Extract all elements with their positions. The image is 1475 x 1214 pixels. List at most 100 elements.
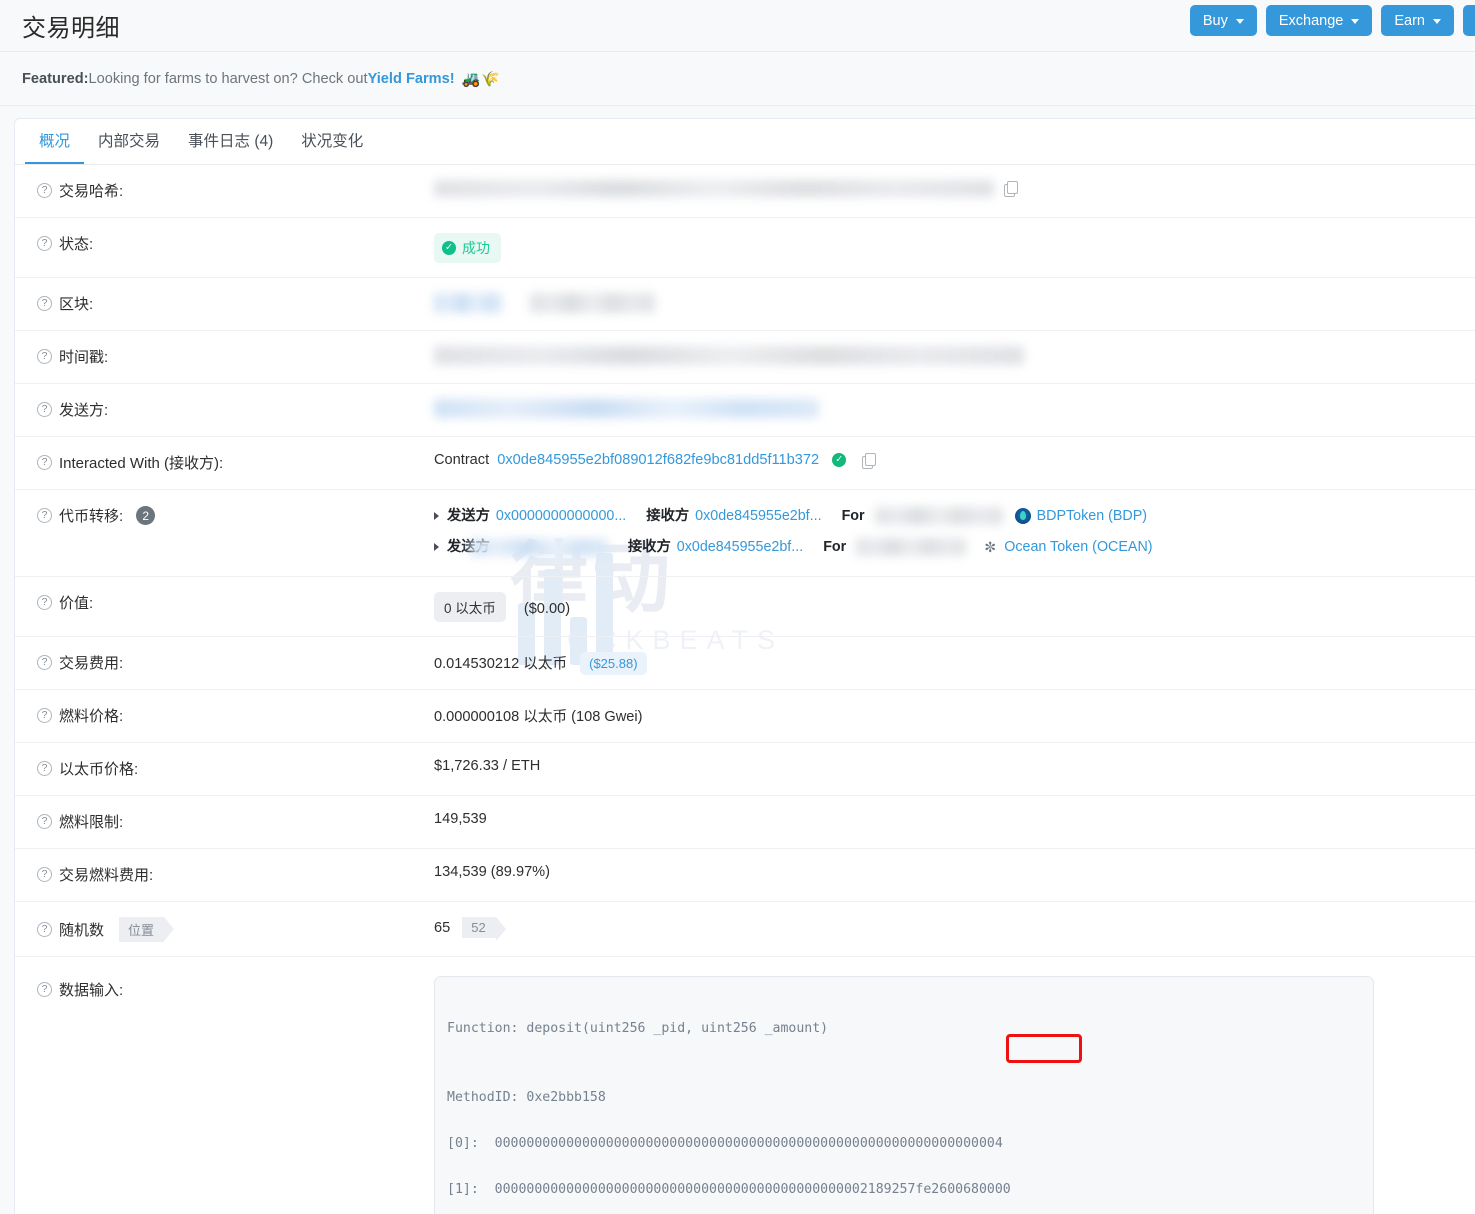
value-usd: ($0.00): [524, 601, 570, 617]
nonce-position-tag: 位置: [119, 917, 164, 942]
row-tx-hash: ? 交易哈希:: [15, 165, 1475, 218]
yield-farms-link[interactable]: Yield Farms!: [368, 71, 455, 87]
row-label: ? 交易燃料费用:: [37, 863, 434, 885]
ocean-token-link[interactable]: Ocean Token (OCEAN): [1004, 536, 1152, 558]
row-value: ? 价值: 0 以太币 ($0.00): [15, 577, 1475, 637]
help-icon[interactable]: ?: [37, 708, 52, 723]
row-from: ? 发送方:: [15, 384, 1475, 437]
row-interacted-with: ? Interacted With (接收方): Contract 0x0de8…: [15, 437, 1475, 490]
help-icon[interactable]: ?: [37, 867, 52, 882]
data-input-method-id-line: MethodID: 0xe2bbb158: [447, 1090, 606, 1105]
contract-prefix: Contract: [434, 452, 489, 468]
redacted-timestamp: [434, 346, 1024, 365]
help-icon[interactable]: ?: [37, 655, 52, 670]
help-icon[interactable]: ?: [37, 595, 52, 610]
tab-state-changes[interactable]: 状况变化: [287, 118, 377, 164]
row-label: ? 数据输入:: [37, 975, 434, 1000]
help-icon[interactable]: ?: [37, 349, 52, 364]
help-icon[interactable]: ?: [37, 982, 52, 997]
overflow-button-partial[interactable]: [1463, 5, 1475, 36]
redacted-transfer-amount: [875, 507, 1003, 525]
token-transfers-list: 发送方 0x0000000000000... 接收方 0x0de845955e2…: [434, 504, 1475, 558]
tx-hash-value: [434, 179, 1475, 197]
tab-internal-txns[interactable]: 内部交易: [84, 118, 174, 164]
help-icon[interactable]: ?: [37, 236, 52, 251]
block-value: [434, 292, 1475, 313]
buy-button[interactable]: Buy: [1190, 5, 1257, 36]
chevron-down-icon: [1236, 19, 1244, 24]
contract-address-link[interactable]: 0x0de845955e2bf089012f682fe9bc81dd5f11b3…: [497, 452, 819, 468]
status-badge: ✓ 成功: [434, 233, 501, 263]
row-label: ? 以太币价格:: [37, 757, 434, 779]
row-label: ? 燃料价格:: [37, 704, 434, 726]
gas-price-label: 燃料价格:: [59, 705, 123, 726]
earn-button[interactable]: Earn: [1381, 5, 1454, 36]
row-label: ? 发送方:: [37, 398, 434, 420]
help-icon[interactable]: ?: [37, 508, 52, 523]
data-input-textarea[interactable]: Function: deposit(uint256 _pid, uint256 …: [434, 976, 1374, 1214]
data-input-arg-1: [1]: 00000000000000000000000000000000000…: [447, 1182, 1011, 1197]
verified-contract-icon: ✓: [832, 453, 846, 467]
tractor-and-wheat-icon: 🚜🌾: [462, 70, 501, 88]
help-icon[interactable]: ?: [37, 455, 52, 470]
transaction-detail-card: 律动 BLOCKBEATS 概况 内部交易 事件日志 (4) 状况变化 ? 交易…: [14, 118, 1475, 1214]
timestamp-value: [434, 345, 1475, 365]
bdp-token-link[interactable]: BDPToken (BDP): [1037, 505, 1147, 527]
gas-used-value: 134,539 (89.97%): [434, 863, 1475, 880]
tx-fee-value-wrap: 0.014530212 以太币 ($25.88): [434, 651, 1475, 675]
copy-icon[interactable]: [1004, 181, 1017, 196]
row-label: ? 价值:: [37, 591, 434, 613]
row-block: ? 区块:: [15, 278, 1475, 331]
data-input-function-line: Function: deposit(uint256 _pid, uint256 …: [447, 1021, 828, 1036]
row-gas-used: ? 交易燃料费用: 134,539 (89.97%): [15, 849, 1475, 902]
help-icon[interactable]: ?: [37, 402, 52, 417]
row-label: ? 随机数 位置: [37, 916, 434, 942]
row-gas-price: ? 燃料价格: 0.000000108 以太币 (108 Gwei): [15, 690, 1475, 743]
status-value: ✓ 成功: [434, 232, 1475, 263]
eth-price-label: 以太币价格:: [59, 758, 138, 779]
redacted-block-confirmations: [530, 293, 655, 313]
featured-text: Looking for farms to harvest on? Check o…: [89, 71, 368, 87]
from-value: [434, 398, 1475, 418]
row-label: ? 交易哈希:: [37, 179, 434, 201]
copy-icon[interactable]: [862, 453, 875, 468]
row-label: ? 时间戳:: [37, 345, 434, 367]
row-status: ? 状态: ✓ 成功: [15, 218, 1475, 278]
expand-triangle-icon[interactable]: [434, 512, 439, 520]
help-icon[interactable]: ?: [37, 183, 52, 198]
gas-limit-label: 燃料限制:: [59, 811, 123, 832]
transfer-to-address[interactable]: 0x0de845955e2bf...: [695, 505, 821, 527]
tab-overview[interactable]: 概况: [25, 118, 84, 164]
eth-price-value: $1,726.33 / ETH: [434, 757, 1475, 774]
bdp-token-icon: [1015, 508, 1031, 524]
help-icon[interactable]: ?: [37, 296, 52, 311]
help-icon[interactable]: ?: [37, 814, 52, 829]
expand-triangle-icon[interactable]: [434, 543, 439, 551]
transfer-to-label: 接收方: [628, 536, 671, 558]
timestamp-label: 时间戳:: [59, 346, 108, 367]
featured-prefix: Featured:: [22, 71, 89, 87]
page-header: 交易明细 Buy Exchange Earn: [0, 0, 1475, 52]
exchange-button[interactable]: Exchange: [1266, 5, 1373, 36]
redacted-from-address: [434, 399, 819, 418]
transfer-from-address[interactable]: 0x0000000000000...: [496, 505, 626, 527]
transfer-to-address[interactable]: 0x0de845955e2bf...: [677, 536, 803, 558]
value-amount-wrap: 0 以太币 ($0.00): [434, 591, 1475, 622]
help-icon[interactable]: ?: [37, 922, 52, 937]
from-label: 发送方:: [59, 399, 108, 420]
page-title: 交易明细: [22, 8, 120, 43]
tx-fee-usd: ($25.88): [580, 652, 646, 675]
nonce-label: 随机数: [59, 919, 104, 940]
gas-limit-value: 149,539: [434, 810, 1475, 827]
featured-banner: Featured: Looking for farms to harvest o…: [0, 52, 1475, 106]
tx-hash-label: 交易哈希:: [59, 180, 123, 201]
data-input-label: 数据输入:: [59, 979, 123, 1000]
chevron-down-icon: [1351, 19, 1359, 24]
token-transfer-row: 发送方 接收方 0x0de845955e2bf... For ✼ Ocean T…: [434, 536, 1475, 558]
row-label: ? Interacted With (接收方):: [37, 451, 434, 473]
row-tx-fee: ? 交易费用: 0.014530212 以太币 ($25.88): [15, 637, 1475, 690]
tab-event-logs[interactable]: 事件日志 (4): [174, 118, 287, 164]
help-icon[interactable]: ?: [37, 761, 52, 776]
nonce-value: 65: [434, 920, 450, 936]
highlight-box: [1006, 1034, 1082, 1063]
